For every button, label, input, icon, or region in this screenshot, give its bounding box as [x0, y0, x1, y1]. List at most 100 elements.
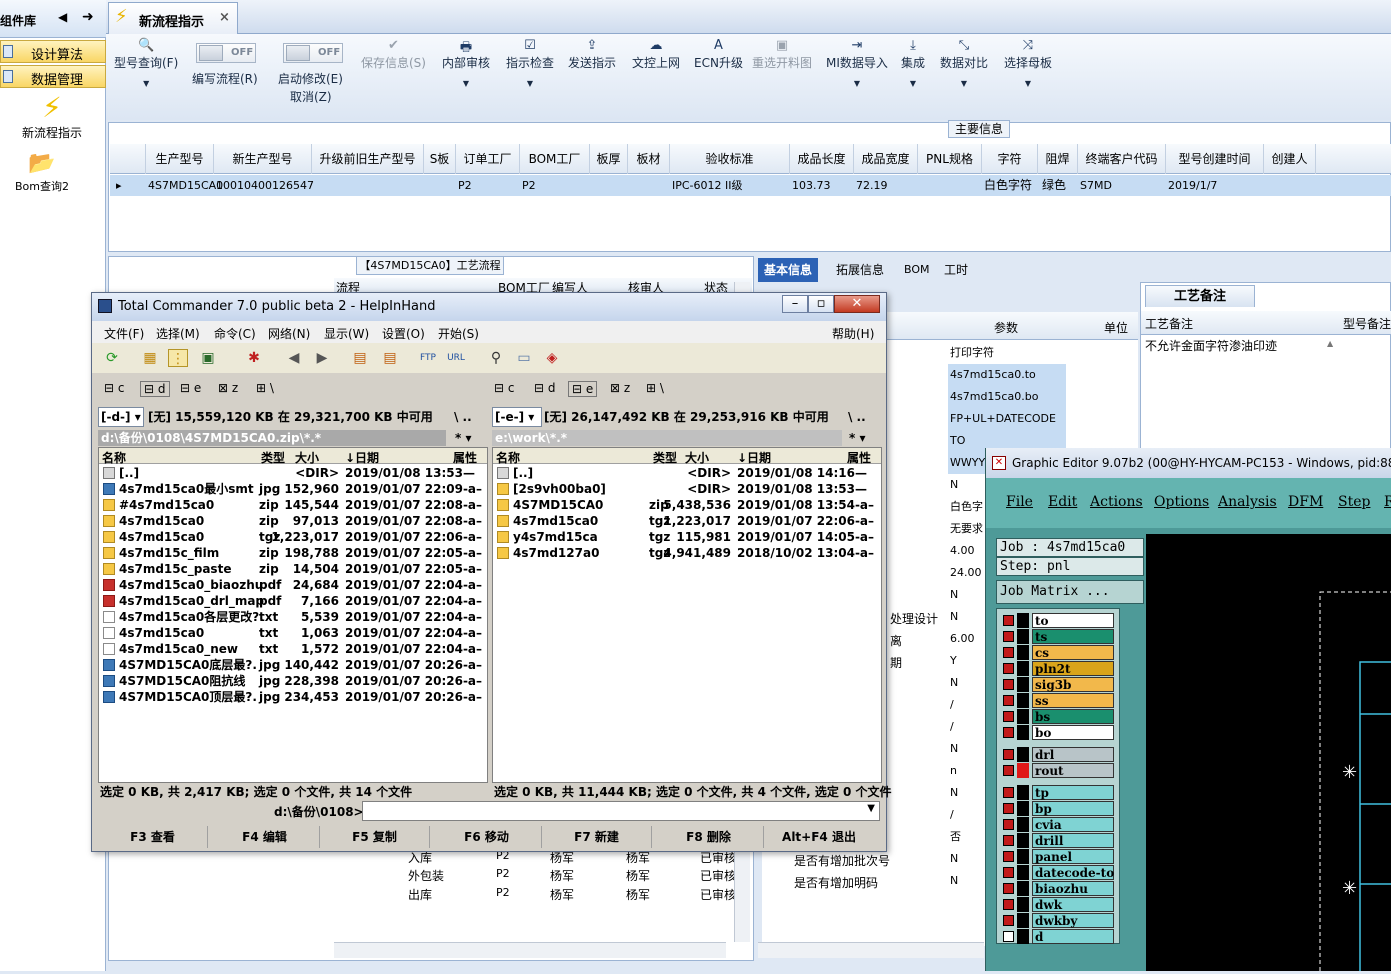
- forward-icon[interactable]: ▶: [312, 349, 332, 367]
- network-drive-button[interactable]: ⊞ \: [646, 381, 664, 395]
- drive-e-button[interactable]: ⊟ e: [180, 381, 201, 395]
- column-header[interactable]: 成品长度: [790, 144, 854, 174]
- layer-color-swatch[interactable]: [1017, 763, 1029, 778]
- job-matrix-button[interactable]: Job Matrix ...: [996, 580, 1144, 604]
- column-name[interactable]: 名称: [496, 449, 520, 466]
- reselect-cut-button[interactable]: ▣ 重选开料图: [752, 38, 812, 71]
- drive-e-button[interactable]: ⊟ e: [568, 381, 598, 397]
- data-compare-button[interactable]: ⤡ 数据对比 ▼: [940, 38, 988, 88]
- drive-z-button[interactable]: ⊠ z: [610, 381, 630, 395]
- tab-new-flow[interactable]: ⚡ 新流程指示 ×: [108, 2, 238, 34]
- layer-toggle[interactable]: [1003, 899, 1014, 910]
- layer-color-swatch[interactable]: [1017, 849, 1029, 864]
- column-attr[interactable]: 属性: [847, 449, 871, 466]
- layer-color-swatch[interactable]: [1017, 629, 1029, 644]
- layer-color-swatch[interactable]: [1017, 785, 1029, 800]
- command-input[interactable]: ▼: [362, 801, 880, 821]
- layer-toggle[interactable]: [1003, 851, 1014, 862]
- tab-bom[interactable]: BOM: [898, 258, 936, 282]
- drive-z-button[interactable]: ⊠ z: [218, 381, 238, 395]
- right-file-panel[interactable]: 名称 类型 大小 ↓日期 属性 [..] <DIR> 2019/01/08 14:1…: [492, 447, 882, 783]
- file-row[interactable]: 4s7md15ca0_biaozhu pdf 24,684 2019/01/07 22…: [99, 577, 487, 593]
- left-path[interactable]: d:\备份\0108\4S7MD15CA0.zip\*.*: [98, 430, 446, 446]
- drive-d-button[interactable]: ⊟ d: [140, 381, 170, 397]
- param-value[interactable]: 4s7md15ca0.bo: [948, 386, 1066, 408]
- file-row[interactable]: 4s7md15ca0 tgz 1,223,017 2019/01/07 22:06-a…: [99, 529, 487, 545]
- layer-toggle[interactable]: [1003, 931, 1014, 942]
- layer-row[interactable]: bs: [1003, 709, 1118, 724]
- close-button[interactable]: ✕: [834, 295, 880, 313]
- column-attr[interactable]: 属性: [453, 449, 477, 466]
- layer-color-swatch[interactable]: [1017, 613, 1029, 628]
- column-header[interactable]: S板: [424, 144, 456, 174]
- layer-color-swatch[interactable]: [1017, 913, 1029, 928]
- column-date[interactable]: ↓日期: [737, 449, 771, 466]
- file-row[interactable]: 4s7md15c_paste zip 14,504 2019/01/07 22:05-…: [99, 561, 487, 577]
- menu-settings[interactable]: 设置(O): [382, 325, 425, 342]
- layer-toggle[interactable]: [1003, 819, 1014, 830]
- history-button[interactable]: * ▾: [452, 430, 476, 446]
- layer-toggle[interactable]: [1003, 663, 1014, 674]
- menu-view[interactable]: 显示(W): [324, 325, 369, 342]
- layer-toggle[interactable]: [1003, 647, 1014, 658]
- tab-process-notes[interactable]: 工艺备注: [1145, 285, 1255, 307]
- integrate-button[interactable]: ⤓ 集成 ▼: [901, 38, 925, 88]
- menu-step[interactable]: Step: [1338, 494, 1370, 510]
- column-type[interactable]: 类型: [653, 449, 677, 466]
- layer-toggle[interactable]: [1003, 803, 1014, 814]
- file-row[interactable]: 4s7md15ca0各层更改?. txt 5,539 2019/01/07 22:04…: [99, 609, 487, 625]
- column-header[interactable]: BOM工厂: [520, 144, 590, 174]
- sidebar-item-bom-query[interactable]: 📂 Bom查询2: [4, 150, 80, 194]
- tab-basic-info[interactable]: 基本信息: [758, 258, 819, 282]
- layer-toggle[interactable]: [1003, 883, 1014, 894]
- menu-edit[interactable]: Edit: [1048, 494, 1077, 510]
- start-modify-toggle[interactable]: OFF: [283, 43, 343, 63]
- file-row[interactable]: 4s7md15ca0_drl_map pdf 7,166 2019/01/07 22:…: [99, 593, 487, 609]
- model-query-button[interactable]: 🔍 型号查询(F) ▼: [114, 38, 178, 88]
- menu-command[interactable]: 命令(C): [214, 325, 256, 342]
- thumbnail-icon[interactable]: ▣: [198, 349, 218, 367]
- sidebar-group-data[interactable]: 数据管理: [0, 65, 106, 88]
- layer-toggle[interactable]: [1003, 787, 1014, 798]
- column-header[interactable]: 升级前旧生产型号: [312, 144, 424, 174]
- mi-import-button[interactable]: ⇥ MI数据导入 ▼: [826, 38, 888, 88]
- layer-row[interactable]: rout: [1003, 763, 1118, 778]
- file-row[interactable]: 4s7md15c_film zip 198,788 2019/01/07 22:05-…: [99, 545, 487, 561]
- layer-row[interactable]: bp: [1003, 801, 1118, 816]
- ftp-icon[interactable]: FTP: [418, 349, 438, 367]
- f8-delete-button[interactable]: F8 删除: [654, 826, 764, 848]
- layer-color-swatch[interactable]: [1017, 897, 1029, 912]
- layer-row[interactable]: d: [1003, 929, 1118, 944]
- close-icon[interactable]: ×: [219, 10, 230, 25]
- root-button[interactable]: \ ..: [848, 407, 866, 427]
- file-row[interactable]: [..] <DIR> 2019/01/08 13:53—: [99, 465, 487, 481]
- file-row[interactable]: 4S7MD15CA0顶层最?. jpg 234,453 2019/01/07 20:2…: [99, 689, 487, 705]
- menu-options[interactable]: Options: [1154, 494, 1209, 510]
- file-row[interactable]: y4s7md15ca tgz 115,981 2019/01/07 14:05-a–: [493, 529, 881, 545]
- menu-start[interactable]: 开始(S): [438, 325, 479, 342]
- layer-row[interactable]: to: [1003, 613, 1118, 628]
- layer-toggle[interactable]: [1003, 679, 1014, 690]
- right-drive-select[interactable]: [-e-] ▾: [492, 407, 542, 427]
- layer-color-swatch[interactable]: [1017, 645, 1029, 660]
- layer-toggle[interactable]: [1003, 749, 1014, 760]
- dropdown-arrow-icon[interactable]: ▼: [867, 803, 875, 814]
- f6-move-button[interactable]: F6 移动: [432, 826, 542, 848]
- network-drive-button[interactable]: ⊞ \: [256, 381, 274, 395]
- param-value[interactable]: 打印字符: [948, 342, 1066, 364]
- layer-color-swatch[interactable]: [1017, 747, 1029, 762]
- layer-toggle[interactable]: [1003, 615, 1014, 626]
- column-name[interactable]: 名称: [102, 449, 126, 466]
- layer-toggle[interactable]: [1003, 765, 1014, 776]
- notes-text[interactable]: 不允许金面字符渗油印迹: [1145, 337, 1277, 354]
- layer-color-swatch[interactable]: [1017, 677, 1029, 692]
- layer-row[interactable]: dwkby: [1003, 913, 1118, 928]
- scroll-up-icon[interactable]: ▲: [1327, 339, 1333, 348]
- brief-view-icon[interactable]: ▦: [140, 349, 160, 367]
- menu-actions[interactable]: Actions: [1090, 494, 1143, 510]
- f4-edit-button[interactable]: F4 编辑: [210, 826, 320, 848]
- layer-toggle[interactable]: [1003, 867, 1014, 878]
- instr-check-button[interactable]: ☑ 指示检查 ▼: [506, 38, 554, 88]
- f3-view-button[interactable]: F3 查看: [98, 826, 208, 848]
- file-row[interactable]: 4s7md15ca0 txt 1,063 2019/01/07 22:04-a–: [99, 625, 487, 641]
